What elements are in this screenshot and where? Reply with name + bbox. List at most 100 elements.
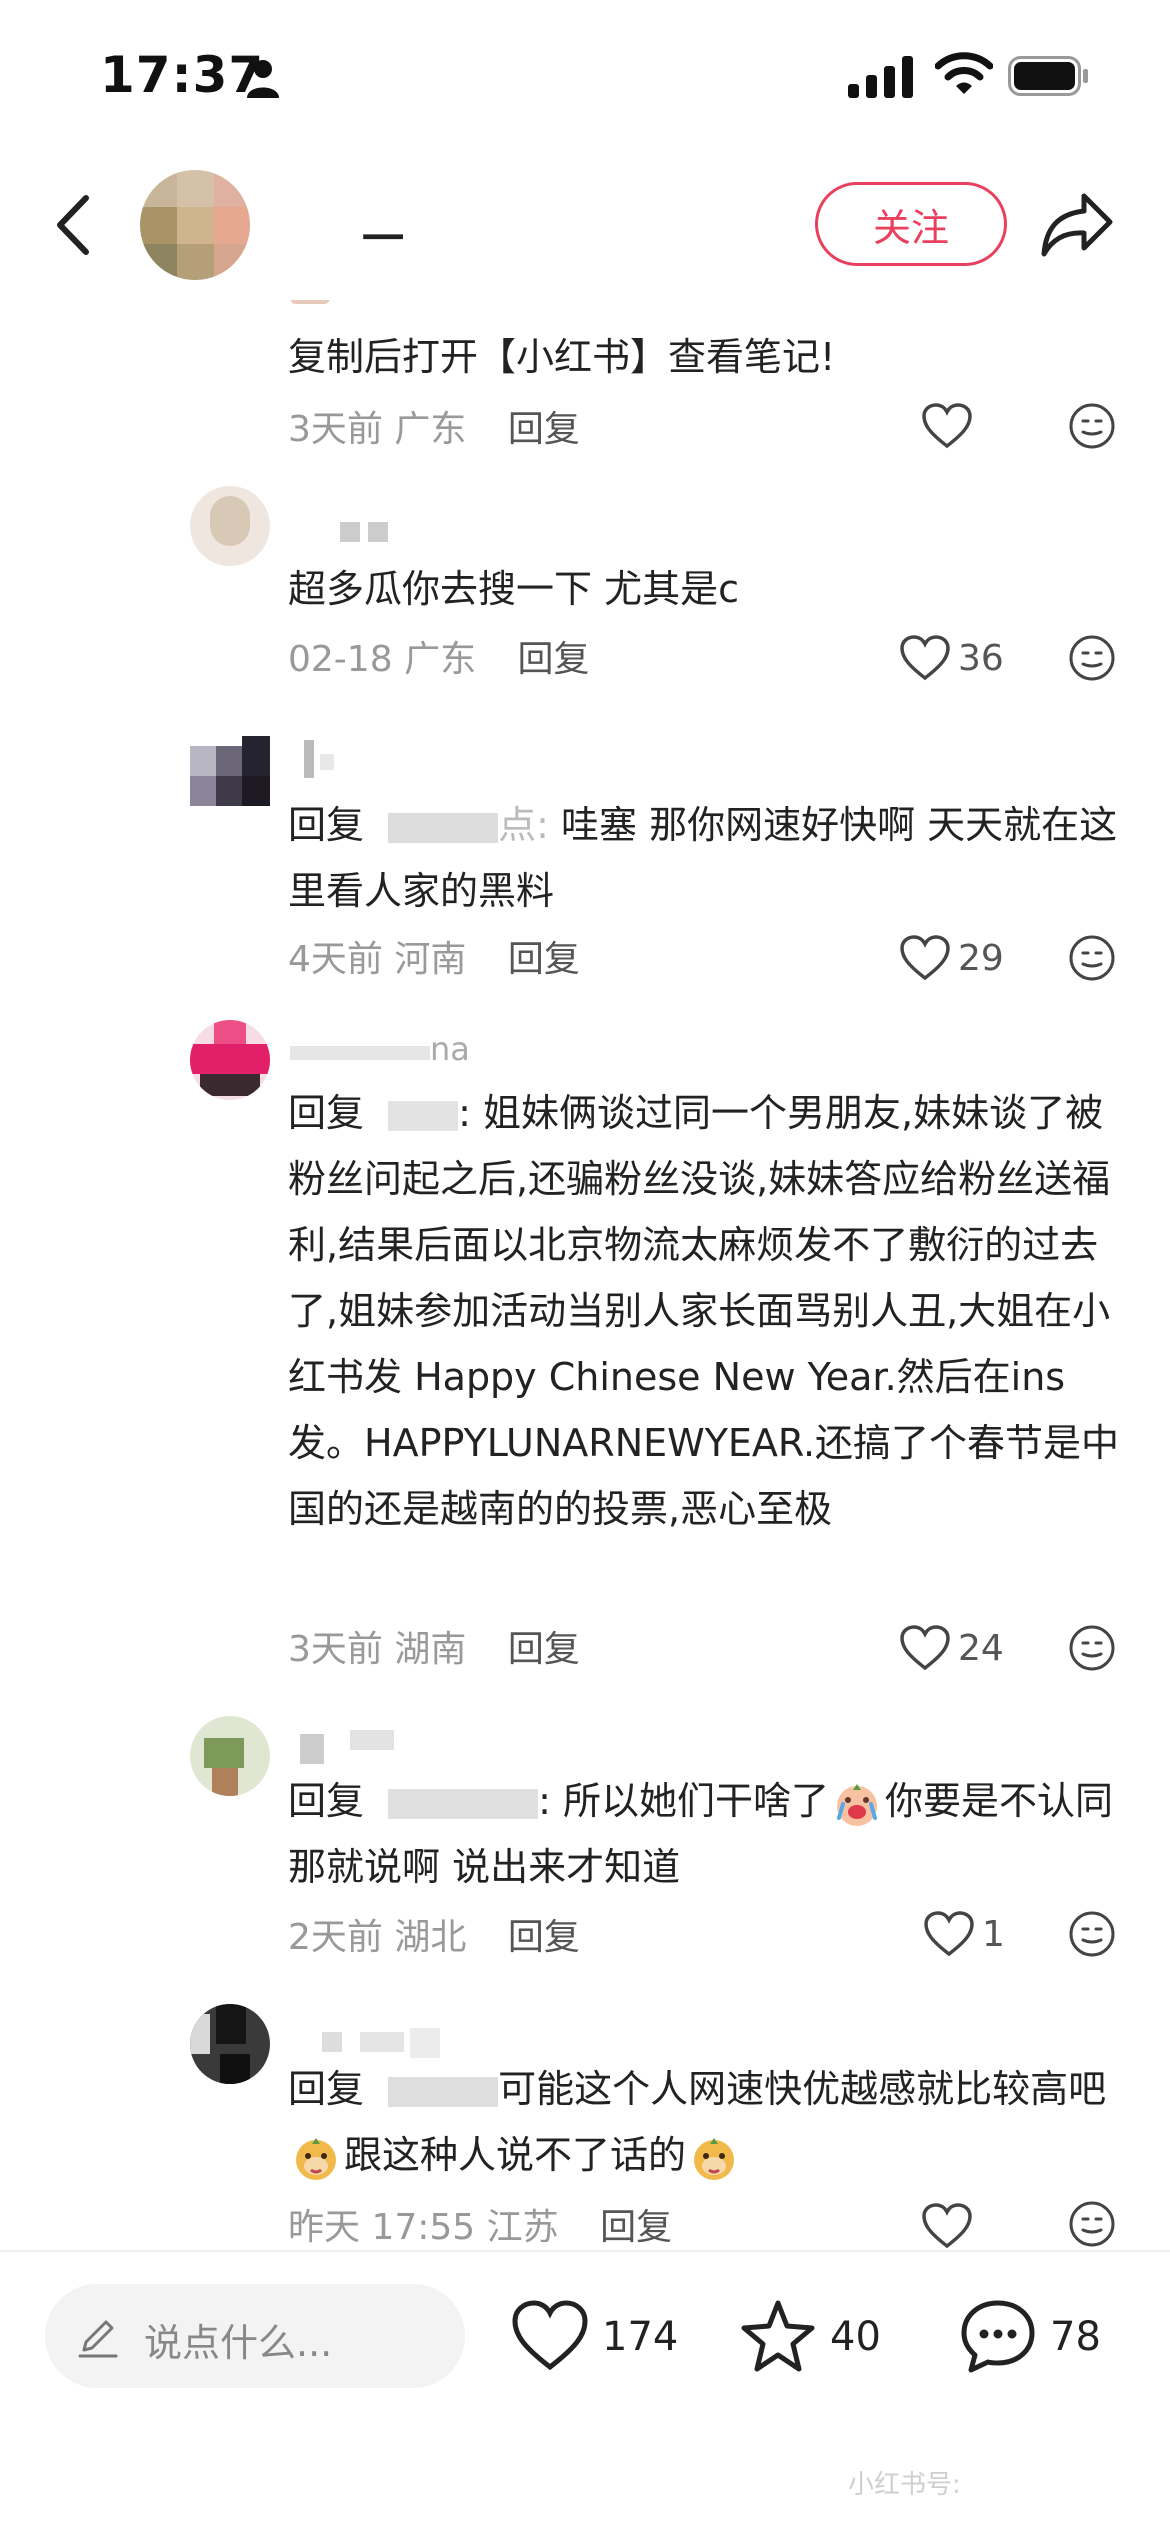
commenter-name-blurred[interactable] [290,516,470,556]
like-note-button[interactable]: 174 [510,2294,678,2380]
comment-time: 昨天 17:55 [288,2207,476,2248]
heart-icon [900,635,950,681]
reply-prefix: 回复 [288,1091,365,1135]
status-time: 17:37 [100,46,265,104]
comment-location: 河南 [394,939,467,980]
comment-meta: 4天前 河南 回复 [288,930,580,982]
heart-icon [922,2203,972,2249]
back-icon[interactable] [48,192,98,258]
note-header: 一 关注 [0,150,1170,300]
heart-icon [922,403,972,449]
signal-icon [848,56,913,98]
comment-list: 复制后打开【小红书】查看笔记! 3天前 广东 回复 超多瓜你去搜一下 尤其是c … [0,300,1170,2250]
comment-time: 4天前 [288,939,383,980]
neutral-face-icon[interactable] [1068,634,1116,682]
reply-prefix: 回复 [288,2067,365,2111]
blurred-content [290,300,330,304]
comment-text: 超多瓜你去搜一下 尤其是c [288,567,739,611]
comment-meta: 02-18 广东 回复 [288,630,590,682]
mentioned-name-colon: : [538,1779,551,1823]
commenter-avatar[interactable] [190,736,270,816]
status-bar: 17:37 [0,0,1170,150]
commenter-name-tail: na [430,1030,470,1068]
comment-count: 78 [1050,2314,1101,2360]
like-count: 1 [982,1913,1005,1955]
neutral-face-icon[interactable] [1068,1910,1116,1958]
reply-button[interactable]: 回复 [518,639,590,680]
heart-icon [900,1625,950,1671]
comment-time: 3天前 [288,1629,383,1670]
comment-meta: 3天前 湖南 回复 [288,1620,580,1672]
mentioned-name-tail: 点: [498,803,549,847]
collect-button[interactable]: 40 [738,2294,881,2380]
comment-input-placeholder[interactable]: 说点什么... [144,2312,332,2367]
comment-time: 2天前 [288,1917,383,1958]
like-count: 174 [602,2314,679,2360]
like-count: 29 [958,937,1004,979]
reply-button[interactable]: 回复 [508,939,580,980]
comment-location: 广东 [394,409,467,450]
mentioned-name-blurred[interactable] [388,812,499,843]
reply-button[interactable]: 回复 [508,409,580,450]
reply-button[interactable]: 回复 [508,1917,580,1958]
comment-text: 复制后打开【小红书】查看笔记! [288,335,836,379]
neutral-face-icon[interactable] [1068,1624,1116,1672]
like-count: 24 [958,1627,1004,1669]
like-button[interactable] [922,398,980,454]
comment-body: 所以她们干啥了 [550,1779,830,1823]
collect-count: 40 [830,2314,881,2360]
comment-text: 回复 : 所以她们干啥了 你要是不认同那就说啊 说出来才知道 [288,1768,1128,1900]
author-name[interactable]: 一 [362,205,404,266]
commenter-avatar[interactable] [190,1020,270,1100]
commenter-name-blurred[interactable] [290,1724,470,1764]
commenter-avatar[interactable] [190,1716,270,1796]
star-icon [741,2300,815,2372]
author-avatar[interactable] [140,170,250,280]
heart-icon [512,2300,588,2371]
commenter-avatar[interactable] [190,486,270,566]
comment-button[interactable]: 78 [958,2294,1101,2380]
comment-meta: 3天前 广东 回复 [288,400,580,452]
comment-meta: 昨天 17:55 江苏 回复 [288,2198,672,2250]
share-icon[interactable] [1040,190,1116,260]
commenter-name-blurred[interactable] [290,740,470,780]
wifi-icon [935,52,993,94]
comment-location: 湖南 [394,1629,467,1670]
reply-button[interactable]: 回复 [508,1629,580,1670]
like-button[interactable]: 1 [924,1906,1005,1962]
neutral-face-icon[interactable] [1068,934,1116,982]
mentioned-name-blurred[interactable] [388,2076,499,2107]
like-button[interactable] [922,2198,980,2250]
reply-button[interactable]: 回复 [600,2207,672,2248]
comment-meta: 2天前 湖北 回复 [288,1908,580,1960]
battery-icon [1008,56,1088,96]
commenter-avatar[interactable] [190,2004,270,2084]
person-icon [247,60,279,98]
monkey-emoji-icon [688,2134,740,2182]
comment-location: 江苏 [486,2207,559,2248]
reply-prefix: 回复 [288,803,365,847]
comment-location: 广东 [404,639,477,680]
mentioned-name-colon: : [458,1091,471,1135]
heart-icon [924,1911,974,1957]
like-count: 36 [958,637,1004,679]
neutral-face-icon[interactable] [1068,2200,1116,2248]
comment-body: 姐妹俩谈过同一个男朋友,妹妹谈了被粉丝问起之后,还骗粉丝没谈,妹妹答应给粉丝送福… [288,1091,1120,1531]
crying-emoji-icon [831,1780,883,1828]
comment-text: 回复 可能这个人网速快优越感就比较高吧 跟这种人说不了话的 [288,2056,1128,2188]
pencil-icon [78,2320,118,2358]
comment-text: 回复 : 姐妹俩谈过同一个男朋友,妹妹谈了被粉丝问起之后,还骗粉丝没谈,妹妹答应… [288,1080,1128,1542]
like-button[interactable]: 24 [900,1620,1004,1676]
mentioned-name-blurred[interactable] [388,1100,459,1131]
commenter-name-blurred[interactable]: na [290,1030,530,1070]
watermark: 小红书号: [848,2470,961,2500]
comment-body: 可能这个人网速快优越感就比较高吧 [498,2067,1107,2111]
neutral-face-icon[interactable] [1068,402,1116,450]
bottom-action-bar: 说点什么... 174 40 78 小红书号: [0,2250,1170,2532]
comment-time: 3天前 [288,409,383,450]
comment-time: 02-18 [288,639,393,680]
mentioned-name-blurred[interactable] [388,1788,539,1819]
follow-button[interactable]: 关注 [815,182,1007,266]
like-button[interactable]: 36 [900,630,1004,686]
like-button[interactable]: 29 [900,930,1004,986]
